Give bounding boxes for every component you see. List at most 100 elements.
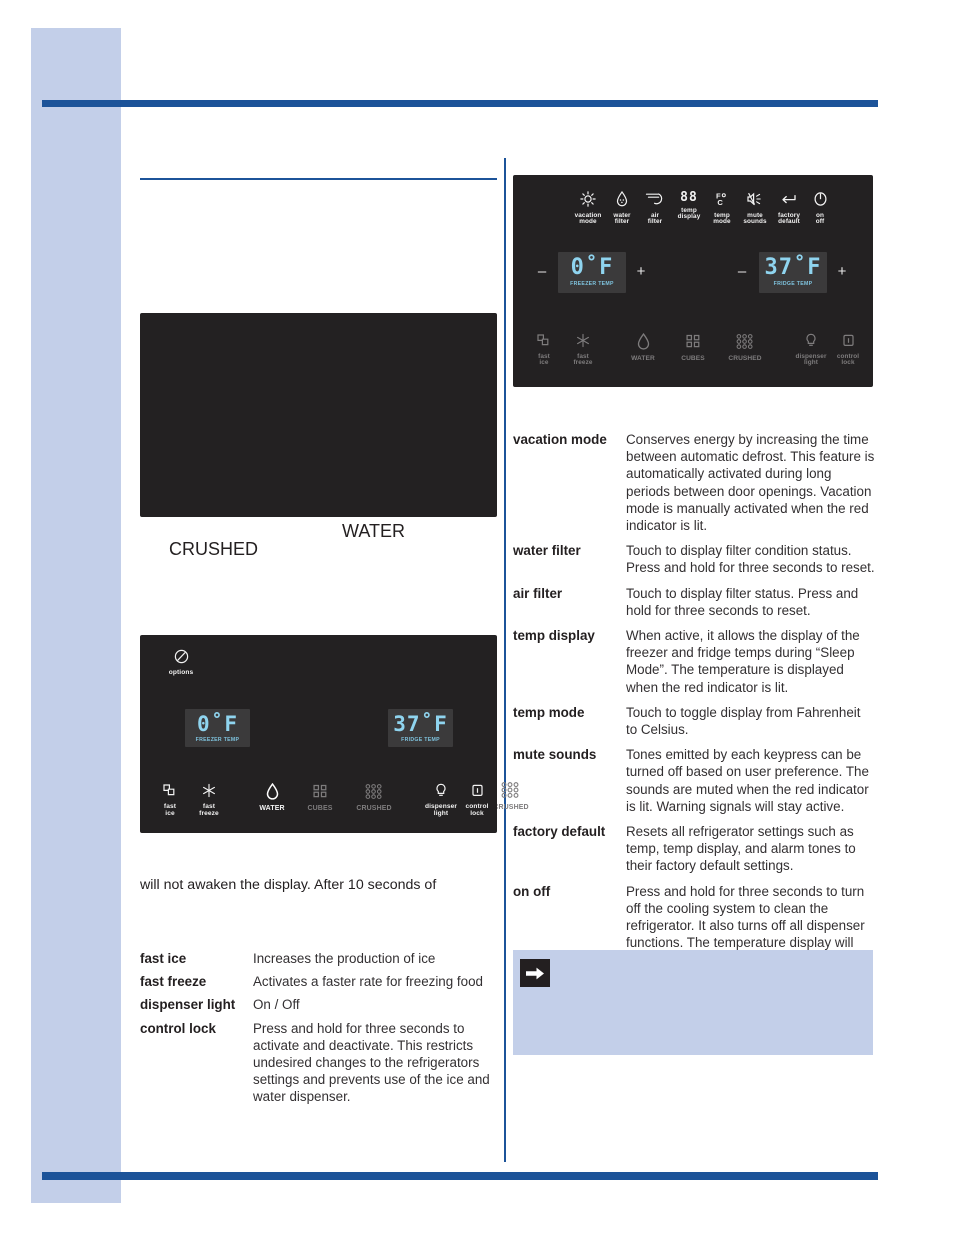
definition-row: fast freeze Activates a faster rate for … [140, 973, 500, 990]
snowflake-icon [185, 783, 233, 801]
panel2-water-label: WATER [259, 805, 285, 813]
definition-row: mute sounds Tones emitted by each keypre… [513, 746, 875, 815]
panel2-key-cubes[interactable]: CUBES [296, 783, 344, 813]
full-control-panel[interactable]: options 0˚F FREEZER TEMP 37˚F FRIDGE TEM… [140, 635, 497, 833]
definition-term: air filter [513, 585, 563, 601]
crushed-ice-icon [717, 333, 773, 353]
ice-cubes-icon [669, 333, 717, 353]
definition-term: vacation mode [513, 432, 607, 447]
header-rule [42, 100, 878, 107]
definition-term: control lock [140, 1020, 216, 1036]
panel2-cubes-label: CUBES [307, 805, 333, 813]
panel3-fridge-temp-value: 37˚F [764, 255, 822, 280]
definition-term: fast freeze [140, 974, 207, 990]
panel3-freezer-temp-value: 0˚F [570, 255, 614, 280]
padlock-icon [826, 333, 870, 351]
panel3-key-control-lock[interactable]: control lock [826, 333, 870, 367]
section-heading [140, 186, 497, 296]
panel3-freezer-temp-display: 0˚F FREEZER TEMP [558, 252, 626, 293]
definition-description: Touch to toggle display from Fahrenheit … [626, 704, 861, 738]
panel3-key-fast-freeze[interactable]: fast freeze [559, 333, 607, 367]
definition-term: temp mode [513, 704, 585, 720]
water-drop-icon [619, 332, 667, 353]
panel2-options-label: options [168, 668, 194, 676]
definition-term: dispenser light [140, 997, 236, 1013]
footer-rule [42, 1172, 878, 1180]
definition-description: When active, it allows the display of th… [626, 628, 860, 695]
definition-term: mute sounds [513, 747, 597, 763]
definition-description: Touch to display filter condition status… [626, 543, 875, 576]
check-circle-icon [160, 649, 202, 667]
panel2-key-control-lock[interactable]: control lock [455, 783, 499, 818]
panel3-crushed-label: CRUSHED [728, 354, 762, 362]
panel2-control-lock-label-2: lock [470, 809, 484, 817]
definition-description: Touch to display filter status. Press an… [626, 585, 859, 618]
definition-term: water filter [513, 543, 581, 559]
feature-control-panel[interactable]: vacation mode water filter air filter 88… [513, 175, 873, 387]
definition-term: fast ice [140, 951, 187, 966]
stray-caption-water: WATER [342, 521, 405, 541]
panel2-fast-freeze-label-2: freeze [199, 809, 219, 817]
right-definition-list: vacation mode Conserves energy by increa… [513, 431, 875, 977]
padlock-icon [455, 783, 499, 801]
column-divider [504, 158, 506, 1162]
dispenser-control-panel[interactable]: WATER CUBES [140, 313, 529, 811]
panel2-freezer-temp-sub: FREEZER TEMP [195, 737, 240, 743]
water-drop-icon [248, 782, 296, 802]
definition-row: dispenser light On / Off [140, 996, 500, 1013]
definition-row: temp display When active, it allows the … [513, 627, 875, 696]
definition-description: On / Off [253, 997, 300, 1013]
page-header-title [140, 30, 880, 92]
definition-description: Conserves energy by increasing the time … [626, 432, 875, 534]
ice-cubes-icon [296, 783, 344, 802]
note-callout-box [513, 950, 873, 1055]
right-arrow-icon [520, 959, 550, 987]
left-paragraph: will not awaken the display. After 10 se… [140, 877, 437, 893]
panel2-key-fast-freeze[interactable]: fast freeze [185, 783, 233, 818]
panel2-key-crushed[interactable]: CRUSHED [346, 783, 402, 813]
panel3-control-lock-label-2: lock [841, 359, 855, 367]
freezer-temp-minus-button[interactable]: – [535, 263, 549, 280]
definition-row: air filter Touch to display filter statu… [513, 585, 875, 619]
definition-row: control lock Press and hold for three se… [140, 1020, 500, 1106]
panel3-key-water[interactable]: WATER [619, 332, 667, 363]
panel3-fast-freeze-label-2: freeze [573, 359, 593, 367]
definition-description: Press and hold for three seconds to acti… [253, 1020, 490, 1105]
panel3-key-on-off[interactable]: on off [798, 191, 842, 226]
fridge-temp-plus-button[interactable]: + [835, 263, 849, 280]
panel3-key-cubes[interactable]: CUBES [669, 333, 717, 363]
left-definition-list: fast ice Increases the production of ice… [140, 950, 500, 1112]
definition-row: temp mode Touch to toggle display from F… [513, 704, 875, 738]
power-icon [798, 191, 842, 210]
panel3-freezer-temp-sub: FREEZER TEMP [570, 281, 614, 287]
panel2-freezer-temp-display: 0˚F FREEZER TEMP [185, 709, 250, 747]
panel3-on-off-label-2: off [815, 218, 825, 226]
panel3-fridge-temp-sub: FRIDGE TEMP [773, 281, 813, 287]
snowflake-icon [559, 333, 607, 351]
page-side-band [31, 28, 121, 1203]
definition-term: temp display [513, 628, 595, 644]
definition-term: factory default [513, 824, 606, 840]
manual-page: WATER CUBES [0, 0, 954, 1235]
panel2-freezer-temp-value: 0˚F [197, 712, 238, 736]
panel2-key-options[interactable]: options [160, 649, 202, 677]
freezer-temp-plus-button[interactable]: + [634, 263, 648, 280]
definition-row: vacation mode Conserves energy by increa… [513, 431, 875, 534]
panel3-cubes-label: CUBES [681, 354, 705, 362]
section-heading-rule [140, 178, 497, 180]
fridge-temp-minus-button[interactable]: – [735, 263, 749, 280]
panel3-fridge-temp-display: 37˚F FRIDGE TEMP [759, 252, 827, 293]
definition-description: Resets all refrigerator settings such as… [626, 824, 856, 874]
panel2-fridge-temp-sub: FRIDGE TEMP [401, 737, 440, 743]
panel2-key-water[interactable]: WATER [248, 782, 296, 813]
svg-text:C: C [717, 198, 723, 207]
panel3-key-crushed[interactable]: CRUSHED [717, 333, 773, 363]
definition-row: water filter Touch to display filter con… [513, 542, 875, 576]
definition-description: Increases the production of ice [253, 951, 436, 966]
panel2-fridge-temp-value: 37˚F [393, 712, 448, 736]
panel3-water-label: WATER [631, 354, 655, 362]
definition-description: Activates a faster rate for freezing foo… [253, 974, 483, 990]
definition-row: factory default Resets all refrigerator … [513, 823, 875, 875]
definition-row: fast ice Increases the production of ice [140, 950, 500, 967]
crushed-ice-icon [346, 783, 402, 802]
